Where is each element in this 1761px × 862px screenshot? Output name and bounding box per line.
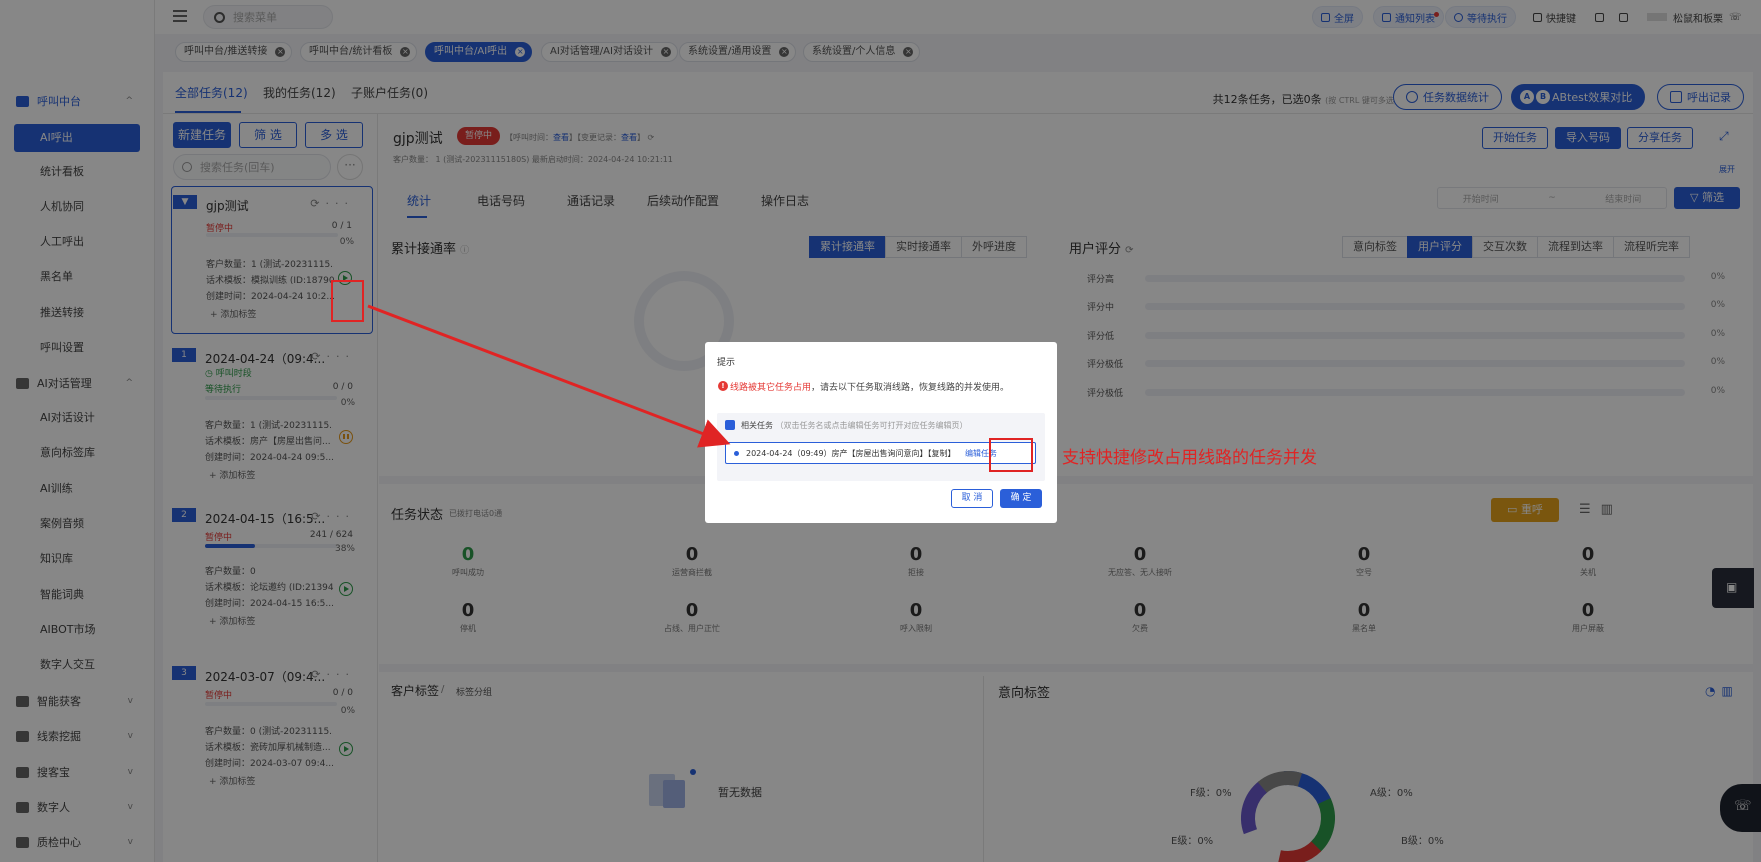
dialog-message: 线路被其它任务占用，请去以下任务取消线路，恢复线路的并发使用。: [730, 383, 1010, 393]
line-occupied-dialog: 提示 线路被其它任务占用，请去以下任务取消线路，恢复线路的并发使用。 ! 相关任…: [705, 342, 1057, 523]
cancel-button[interactable]: 取 消: [951, 489, 993, 508]
highlight-box-play: [331, 280, 364, 322]
error-icon: !: [718, 381, 728, 391]
document-icon: [725, 420, 735, 430]
related-task-name[interactable]: 2024-04-24（09:49）房产【房屋出售询问意向】【复制】: [746, 448, 956, 459]
bullet-dot: [734, 451, 739, 456]
confirm-button[interactable]: 确 定: [1000, 489, 1042, 508]
dialog-title: 提示: [717, 358, 736, 368]
annotation-text: 支持快捷修改占用线路的任务并发: [1062, 448, 1317, 468]
highlight-box-edit: [989, 438, 1033, 472]
